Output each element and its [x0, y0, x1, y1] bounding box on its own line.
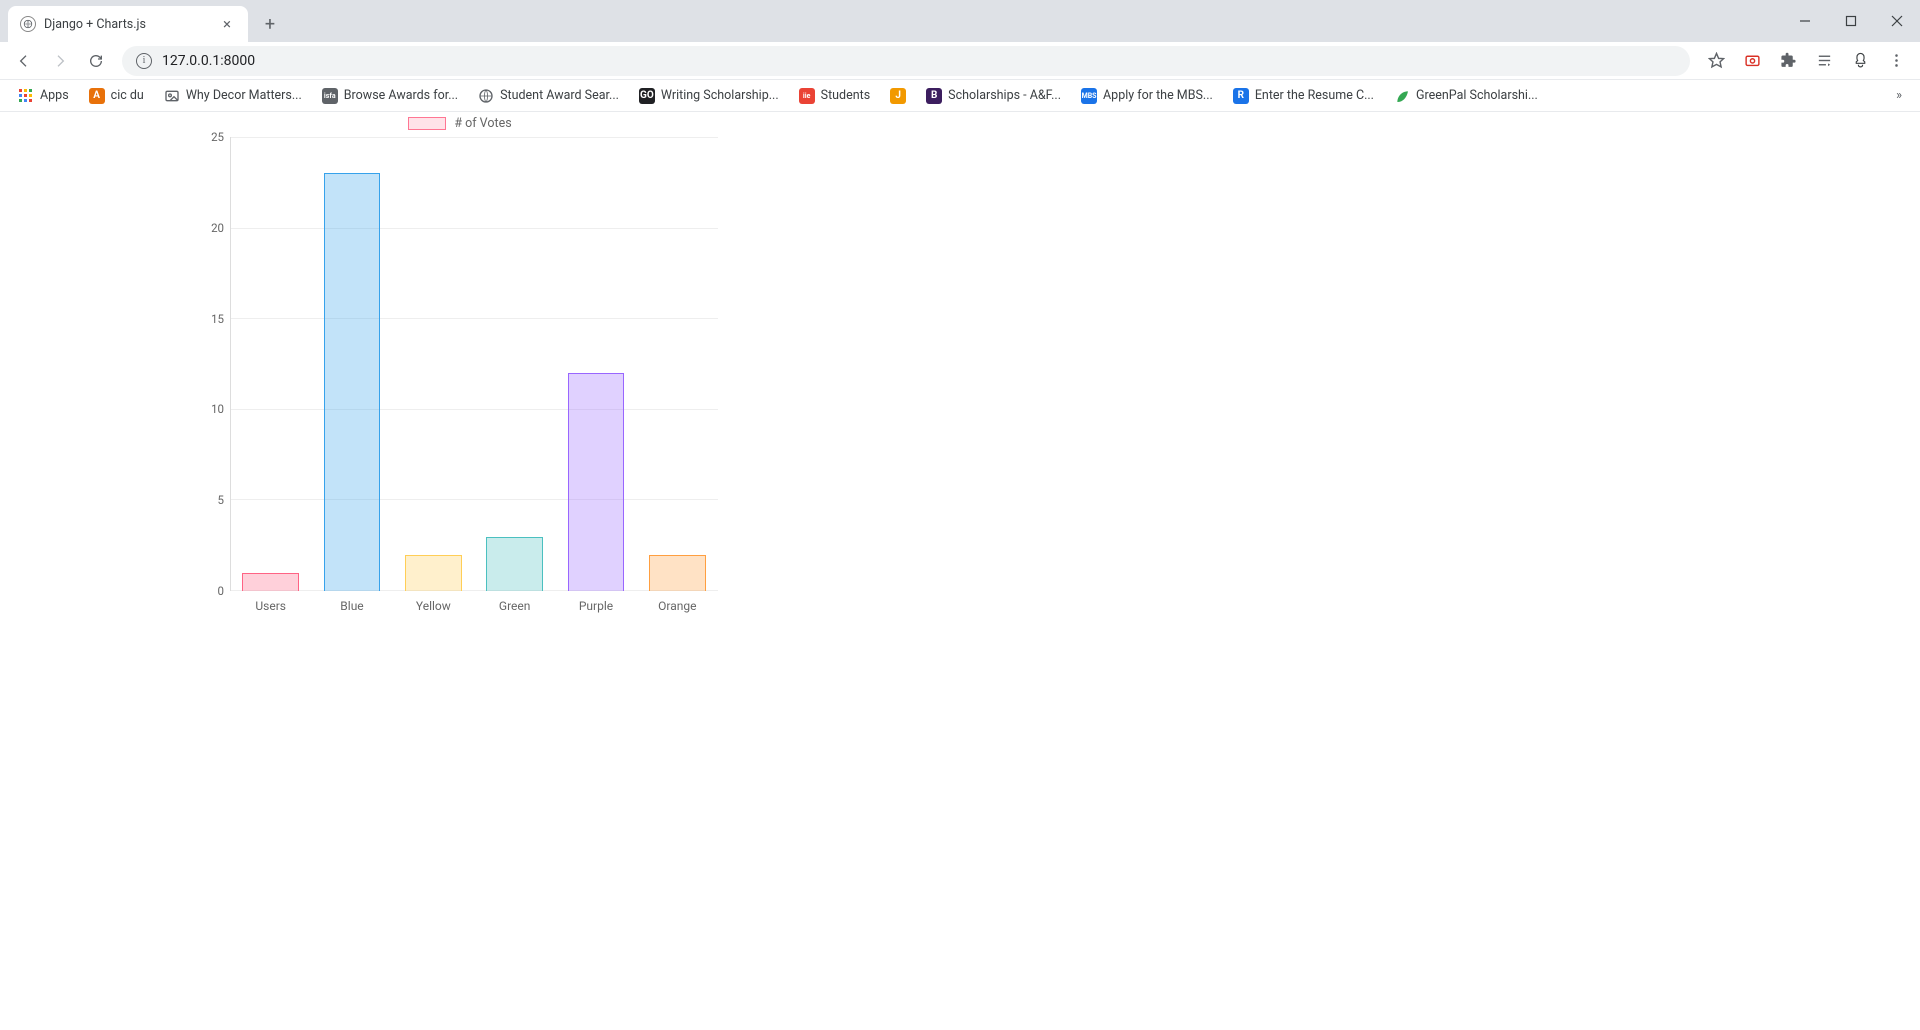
maximize-button[interactable] — [1828, 0, 1874, 42]
close-window-button[interactable] — [1874, 0, 1920, 42]
url-text: 127.0.0.1:8000 — [162, 53, 255, 69]
x-axis-label: Blue — [311, 595, 392, 617]
bookmark-label: Student Award Sear... — [500, 88, 619, 103]
tab-title: Django + Charts.js — [44, 17, 146, 32]
chart-bar[interactable] — [486, 537, 543, 591]
browser-tab[interactable]: Django + Charts.js × — [8, 6, 248, 42]
votes-chart: # of Votes UsersBlueYellowGreenPurpleOra… — [190, 116, 730, 617]
star-icon[interactable] — [1700, 45, 1732, 77]
bookmark-item[interactable]: J — [882, 84, 914, 108]
bookmark-item[interactable]: GreenPal Scholarshi... — [1386, 84, 1546, 108]
forward-button[interactable] — [44, 45, 76, 77]
bookmark-item[interactable]: Why Decor Matters... — [156, 84, 310, 108]
y-axis-label: 25 — [190, 130, 224, 144]
bookmark-label: Enter the Resume C... — [1255, 88, 1374, 103]
globe-icon — [20, 16, 36, 32]
x-axis-label: Orange — [637, 595, 718, 617]
bookmarks-overflow-icon[interactable]: » — [1888, 84, 1910, 107]
bookmark-item[interactable]: Student Award Sear... — [470, 84, 627, 108]
y-axis-label: 20 — [190, 221, 224, 235]
y-axis-label: 0 — [190, 584, 224, 598]
chart-bar[interactable] — [405, 555, 462, 591]
browser-window: Django + Charts.js × + i 127.0.0.1:8000 … — [0, 0, 1920, 1030]
screenshot-icon[interactable] — [1736, 45, 1768, 77]
x-axis-label: Purple — [555, 595, 636, 617]
menu-icon[interactable] — [1880, 45, 1912, 77]
bookmark-item[interactable]: isfaBrowse Awards for... — [314, 84, 466, 108]
bookmark-label: GreenPal Scholarshi... — [1416, 88, 1538, 103]
x-axis-label: Green — [474, 595, 555, 617]
bookmark-label: Apps — [40, 88, 69, 103]
chart-bar[interactable] — [568, 373, 625, 591]
page-content: # of Votes UsersBlueYellowGreenPurpleOra… — [0, 112, 1920, 1030]
bookmark-label: Browse Awards for... — [344, 88, 458, 103]
bookmark-item[interactable]: REnter the Resume C... — [1225, 84, 1382, 108]
profile-icon[interactable] — [1844, 45, 1876, 77]
bookmark-item[interactable]: BScholarships - A&F... — [918, 84, 1069, 108]
address-bar[interactable]: i 127.0.0.1:8000 — [122, 46, 1690, 76]
x-axis-label: Yellow — [393, 595, 474, 617]
bookmark-label: Scholarships - A&F... — [948, 88, 1061, 103]
site-info-icon[interactable]: i — [136, 53, 152, 69]
legend-swatch — [408, 117, 446, 130]
reload-button[interactable] — [80, 45, 112, 77]
y-axis-label: 15 — [190, 312, 224, 326]
bookmark-item[interactable]: Apps — [10, 84, 77, 108]
y-axis-label: 5 — [190, 493, 224, 507]
x-axis-label: Users — [230, 595, 311, 617]
bookmark-item[interactable]: Acic du — [81, 84, 152, 108]
nav-toolbar: i 127.0.0.1:8000 — [0, 42, 1920, 80]
bookmark-label: Writing Scholarship... — [661, 88, 779, 103]
chart-bar[interactable] — [242, 573, 299, 591]
chart-plot: UsersBlueYellowGreenPurpleOrange 0 5 10 15 2… — [190, 137, 730, 617]
reading-list-icon[interactable] — [1808, 45, 1840, 77]
window-controls — [1782, 0, 1920, 42]
chart-legend[interactable]: # of Votes — [190, 116, 730, 131]
close-icon[interactable]: × — [218, 15, 236, 33]
bookmark-label: Apply for the MBS... — [1103, 88, 1213, 103]
bookmark-item[interactable]: iieStudents — [791, 84, 879, 108]
bookmark-label: cic du — [111, 88, 144, 103]
chart-bar[interactable] — [649, 555, 706, 591]
bookmark-label: Why Decor Matters... — [186, 88, 302, 103]
legend-label: # of Votes — [454, 116, 511, 131]
bookmark-item[interactable]: MBSApply for the MBS... — [1073, 84, 1221, 108]
bookmark-item[interactable]: GOWriting Scholarship... — [631, 84, 787, 108]
bookmark-label: Students — [821, 88, 871, 103]
bookmarks-bar: Apps Acic du Why Decor Matters... isfaBrows… — [0, 80, 1920, 112]
chart-bar[interactable] — [324, 173, 381, 591]
extensions-icon[interactable] — [1772, 45, 1804, 77]
y-axis-label: 10 — [190, 402, 224, 416]
minimize-button[interactable] — [1782, 0, 1828, 42]
tab-strip: Django + Charts.js × + — [0, 0, 1920, 42]
back-button[interactable] — [8, 45, 40, 77]
new-tab-button[interactable]: + — [256, 10, 284, 38]
